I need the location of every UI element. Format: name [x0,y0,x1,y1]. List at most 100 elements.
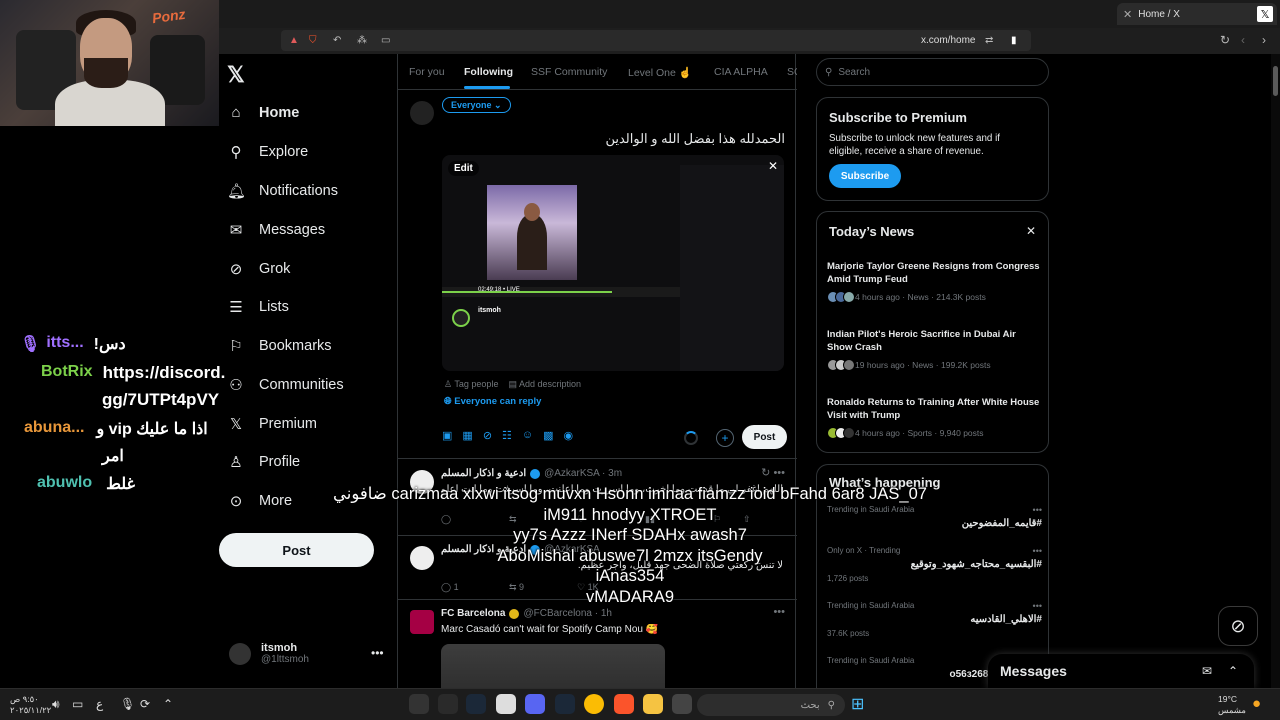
translate-icon[interactable]: ⁂ [357,35,367,46]
undo-icon[interactable]: ↶ [333,35,341,46]
nav-premium[interactable]: 𝕏 Premium [227,415,317,433]
discord-app-icon[interactable] [525,694,545,714]
steam-app-icon[interactable] [555,694,575,714]
url-text[interactable]: x.com/home [921,35,975,46]
new-message-icon[interactable]: ✉ [1202,664,1212,678]
chat-text: غلط [106,476,135,493]
windows-start-icon[interactable]: ⊞ [851,694,864,714]
news-item[interactable]: Marjorie Taylor Greene Resigns from Cong… [827,260,1042,303]
weather-desc: مشمس [1218,705,1246,715]
speaker-icon[interactable]: 🔊︎ [52,697,60,712]
x-logo-icon[interactable]: 𝕏 [227,62,245,88]
nav-notifications[interactable]: 🔔︎ Notifications [227,182,338,200]
more-dots-icon[interactable]: ••• [1033,546,1042,556]
news-item[interactable]: Indian Pilot's Heroic Sacrifice in Dubai… [827,328,1042,371]
subscribe-button[interactable]: Subscribe [829,164,901,188]
nav-grok[interactable]: ⊘ Grok [227,260,291,278]
clock[interactable]: ٩:٥٠ ص ٢٠٢٥/١١/٢٢ [10,694,51,716]
more-dots-icon[interactable]: ••• [1033,505,1042,515]
site-settings-icon[interactable]: ⇄ [985,35,993,46]
forward-icon[interactable]: › [1262,33,1266,47]
search-input[interactable]: ⚲ Search [816,58,1049,86]
tag-people-button[interactable]: ♙ Tag people [444,379,498,390]
more-dots-icon[interactable]: ••• [773,606,785,618]
taskbar-search[interactable]: بحث ⚲ [697,694,845,716]
bookmark-page-icon[interactable]: ▮ [1011,35,1017,46]
author-name[interactable]: ادعية و اذكار المسلم [441,468,526,479]
messages-title: Messages [1000,663,1067,679]
back-icon[interactable]: ‹ [1241,33,1245,47]
schedule-icon[interactable]: ▩ [543,429,553,442]
expand-icon[interactable]: ⌃ [1228,664,1238,678]
nav-more[interactable]: ⊙ More [227,492,292,510]
remove-media-icon[interactable]: ✕ [768,159,778,173]
browser-tab[interactable]: ✕ Home / X 𝕏 [1117,3,1277,25]
scrollbar[interactable] [1271,54,1280,720]
edit-media-button[interactable]: Edit [448,161,479,176]
nav-profile[interactable]: ♙ Profile [227,453,300,471]
chevron-up-icon[interactable]: ⌃ [163,697,173,711]
nav-lists[interactable]: ☰ Lists [227,298,289,316]
add-description-button[interactable]: ▤ Add description [508,379,581,390]
compose-text[interactable]: الحمدلله هذا بفضل الله و الوالدين [605,131,785,147]
address-bar[interactable]: ▲ ⛉ ↶ ⁂ ▭ x.com/home ⇄ ▮ [281,30,1031,51]
nav-label: Explore [259,144,309,160]
warning-icon[interactable]: ▲ [289,35,299,46]
chrome-app-icon[interactable] [584,694,604,714]
tab-for-you[interactable]: For you [409,66,445,78]
audience-selector[interactable]: Everyone ⌄ [442,97,511,113]
tab-ssf-community[interactable]: SSF Community [531,66,607,78]
steam-app-icon[interactable] [466,694,486,714]
scrollbar-thumb[interactable] [1273,66,1278,96]
fc-barcelona-crest-icon[interactable] [410,610,434,634]
nav-messages[interactable]: ✉ Messages [227,221,325,239]
nav-bookmarks[interactable]: ⚐ Bookmarks [227,337,331,355]
tab-cia-alpha[interactable]: CIA ALPHA [714,66,768,78]
overlay-line: ضافوني carizmaa xlxwi itsog muvxn Hsonn … [333,485,927,503]
poll-icon[interactable]: ☷ [502,429,512,442]
author-handle[interactable]: @FCBarcelona · 1h [523,608,612,619]
gif-icon[interactable]: ▦ [462,429,472,442]
nav-explore[interactable]: ⚲ Explore [227,143,309,161]
timeline-tabs: For you Following SSF Community Level On… [398,54,797,90]
tab-level-one[interactable]: Level One ☝ [628,66,692,79]
tray-app-icon[interactable]: ⟳ [140,697,150,711]
grok-icon[interactable]: ⊘ [1218,606,1258,646]
app-icon[interactable] [672,694,692,714]
reply-setting[interactable]: 🌐︎ Everyone can reply [444,396,541,407]
reload-icon[interactable]: ↻ [1220,33,1230,47]
news-item[interactable]: Ronaldo Returns to Training After White … [827,396,1042,439]
messages-drawer[interactable]: Messages ✉ ⌃ [988,654,1254,688]
weather-widget[interactable]: 19°C مشمس [1218,694,1246,716]
close-icon[interactable]: ✕ [1026,224,1036,238]
todays-news-card: Today’s News ✕ Marjorie Taylor Greene Re… [816,211,1049,453]
search-icon: ⚲ [827,699,835,711]
emoji-icon[interactable]: ☺ [522,429,533,442]
more-dots-icon[interactable]: ↻ ••• [761,466,785,479]
settings-app-icon[interactable] [438,694,458,714]
obs-app-icon[interactable] [409,694,429,714]
location-icon[interactable]: ◉ [564,429,574,442]
mic-icon[interactable]: 🎙︎ [120,697,135,711]
grok-icon[interactable]: ⊘ [483,429,492,442]
language-indicator[interactable]: ع [96,697,103,711]
tab-close-small-icon[interactable]: ✕ [1123,8,1132,21]
nav-home[interactable]: ⌂ Home [227,104,299,121]
app-icon[interactable] [496,694,516,714]
avatar[interactable] [410,101,434,125]
account-switcher[interactable]: itsmoh @1lttsmoh ••• [229,642,384,665]
author-handle[interactable]: @AzkarKSA · 3m [544,468,622,479]
more-dots-icon[interactable]: ••• [1033,601,1042,611]
brave-app-icon[interactable] [614,694,634,714]
network-icon[interactable]: ▭ [72,697,83,711]
compose-post-button[interactable]: Post [742,425,787,449]
nav-communities[interactable]: ⚇ Communities [227,376,343,394]
add-thread-button[interactable]: + [716,429,734,447]
author-name[interactable]: FC Barcelona [441,608,505,619]
screen-icon[interactable]: ▭ [381,35,390,46]
more-dots-icon[interactable]: ••• [371,646,384,660]
brave-shield-icon[interactable]: ⛉ [309,35,317,46]
tab-following[interactable]: Following [464,66,513,78]
file-explorer-icon[interactable] [643,694,663,714]
image-icon[interactable]: ▣ [442,429,452,442]
